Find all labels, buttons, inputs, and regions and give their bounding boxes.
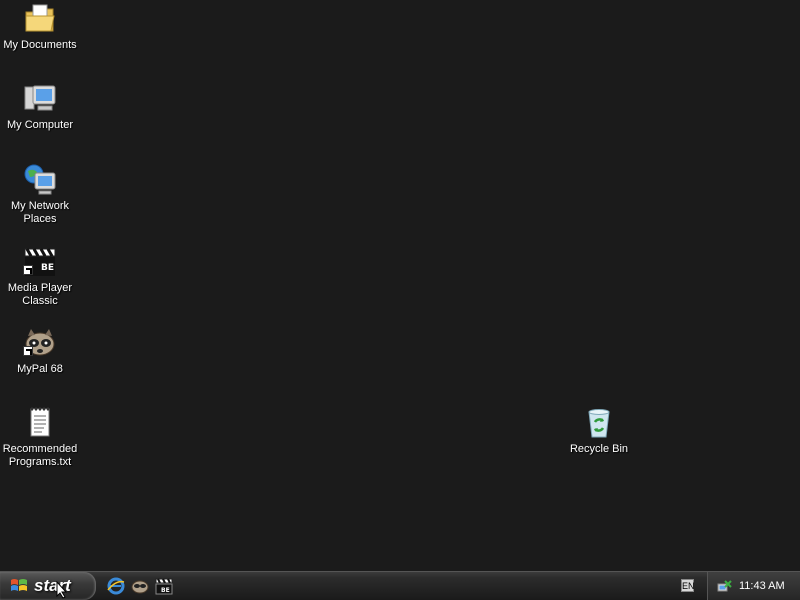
desktop-icon-label: Media Player Classic (7, 282, 73, 307)
shortcut-arrow-icon (23, 346, 33, 356)
desktop-icon-my-documents[interactable]: My Documents (1, 2, 79, 52)
desktop-icon-recycle-bin[interactable]: Recycle Bin (560, 406, 638, 456)
desktop-icon-my-network-places[interactable]: My Network Places (1, 163, 79, 226)
text-file-icon (30, 407, 50, 437)
computer-icon (24, 85, 56, 111)
desktop-icon-label: My Computer (6, 119, 74, 131)
language-indicator[interactable]: EN (681, 579, 695, 592)
windows-logo-icon (11, 579, 27, 591)
network-status-icon[interactable] (717, 578, 733, 594)
network-places-icon (24, 164, 56, 195)
mypal-icon[interactable] (131, 577, 149, 595)
mouse-cursor-icon (56, 581, 68, 599)
desktop-icon-media-player-classic[interactable]: BE Media Player Classic (1, 245, 79, 308)
media-player-classic-icon[interactable]: BE (155, 577, 173, 595)
recycle-bin-icon (588, 409, 610, 438)
internet-explorer-icon[interactable] (107, 577, 125, 595)
clock[interactable]: 11:43 AM (739, 580, 785, 592)
desktop-icon-label: My Documents (3, 39, 77, 51)
svg-text:BE: BE (41, 263, 54, 273)
start-button[interactable]: start (0, 572, 96, 600)
desktop-icon-label: Recommended Programs.txt (2, 443, 78, 468)
desktop-icon-my-computer[interactable]: My Computer (1, 82, 79, 132)
taskbar: start BE EN 11:43 AM (0, 571, 800, 600)
desktop-icon-recommended-programs[interactable]: Recommended Programs.txt (1, 406, 79, 469)
desktop: My Documents My Computer My Network Plac… (0, 0, 800, 571)
desktop-icon-label: MyPal 68 (17, 363, 63, 375)
svg-text:BE: BE (161, 587, 170, 594)
desktop-icon-label: My Network Places (10, 200, 70, 225)
desktop-icon-mypal-68[interactable]: MyPal 68 (1, 326, 79, 376)
shortcut-arrow-icon (23, 265, 33, 275)
system-tray: 11:43 AM (707, 572, 800, 600)
desktop-icon-label: Recycle Bin (569, 443, 629, 455)
folder-documents-icon (25, 4, 55, 32)
